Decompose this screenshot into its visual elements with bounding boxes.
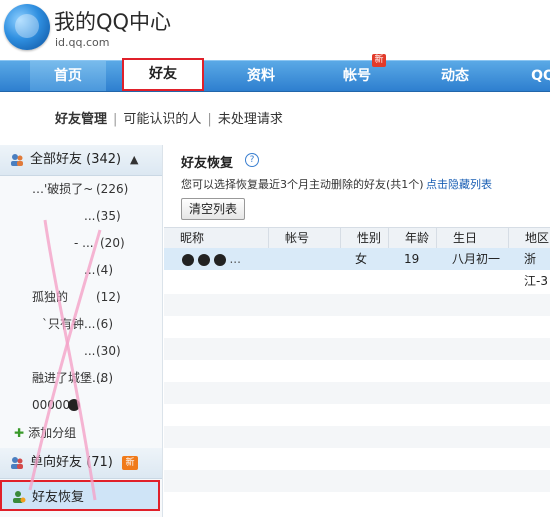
group-item[interactable]: 融进了城堡... (8)	[0, 365, 162, 391]
row-nick: ...	[182, 248, 241, 270]
redaction-mark	[182, 253, 194, 266]
group-count: (35)	[96, 209, 121, 223]
subnav: 好友管理 | 可能认识的人 | 未处理请求	[55, 112, 283, 127]
chevron-up-icon[interactable]: ▲	[130, 145, 138, 175]
subnav-pending[interactable]: 未处理请求	[218, 112, 283, 127]
page-title: 好友恢复	[181, 156, 234, 171]
nav-friends[interactable]: 好友	[122, 58, 204, 91]
subnav-maybe-known[interactable]: 可能认识的人	[123, 112, 201, 127]
group-item[interactable]: ... (4)	[0, 257, 162, 283]
nav-new-badge: 新	[372, 54, 386, 67]
group-name: 00000	[32, 398, 71, 412]
plus-icon: ✚	[14, 426, 25, 440]
group-name: 孤独的	[32, 290, 69, 304]
group-name: ...	[84, 263, 96, 277]
all-friends-header[interactable]: 全部好友 (342) ▲	[0, 145, 162, 176]
group-count: (226)	[96, 182, 129, 196]
friends-icon	[11, 154, 23, 166]
recover-label: 好友恢复	[32, 490, 85, 505]
all-friends-count: (342)	[86, 152, 122, 167]
redaction-mark	[68, 399, 80, 411]
group-count: (6)	[96, 317, 113, 331]
empty-row	[164, 470, 550, 492]
col-nick: 昵称	[180, 231, 205, 245]
nav-profile[interactable]: 资料	[226, 61, 296, 91]
subnav-friend-manage[interactable]: 好友管理	[55, 112, 107, 127]
empty-row	[164, 338, 550, 360]
single-friend-icon	[11, 457, 23, 469]
add-group-button[interactable]: ✚ 添加分组	[14, 424, 76, 441]
group-item[interactable]: ... (30)	[0, 338, 162, 364]
group-item[interactable]: 孤独的 (12)	[0, 284, 162, 310]
site-title: 我的QQ中心	[54, 10, 172, 34]
redaction-mark	[213, 253, 226, 266]
nav-qq[interactable]: QQ	[528, 61, 550, 91]
nav-feed[interactable]: 动态	[420, 61, 490, 91]
group-name: ...	[84, 344, 96, 358]
group-item[interactable]: `只有钟... (6)	[0, 311, 162, 337]
col-account: 帐号	[268, 228, 345, 248]
col-age: 年龄	[388, 228, 435, 248]
empty-row	[164, 426, 550, 448]
header: 我的QQ中心 id.qq.com	[0, 0, 550, 58]
single-friends-label: 单向好友	[30, 455, 83, 470]
site-domain: id.qq.com	[55, 36, 110, 49]
add-group-label: 添加分组	[28, 426, 77, 440]
group-name: - ...	[74, 236, 94, 250]
single-friends-count: (71)	[86, 455, 113, 470]
all-friends-label: 全部好友	[30, 152, 83, 167]
group-item[interactable]: …'破损了~ (226)	[0, 176, 162, 202]
recover-icon	[13, 491, 26, 503]
row-birthday: 八月初一	[452, 252, 501, 266]
col-birthday: 生日	[436, 228, 503, 248]
group-name: …'破损了~	[32, 182, 94, 196]
group-name: `只有钟...	[42, 317, 96, 331]
group-name: ...	[84, 209, 96, 223]
group-item[interactable]: ... (35)	[0, 203, 162, 229]
empty-row	[164, 382, 550, 404]
group-count: (20)	[100, 236, 125, 250]
main-nav: 首页 好友 资料 帐号 动态 QQ	[0, 58, 550, 92]
group-item[interactable]: 00000	[0, 392, 162, 418]
row-age: 19	[404, 252, 420, 266]
empty-row	[164, 294, 550, 316]
qq-logo	[4, 4, 50, 50]
group-count: (8)	[96, 371, 113, 385]
table-header: 昵称 帐号 性别 年龄 生日 地区	[164, 227, 550, 249]
group-count: (30)	[96, 344, 121, 358]
row-region: 浙江-3	[524, 252, 548, 288]
help-icon[interactable]: ?	[245, 153, 259, 167]
group-count: (4)	[96, 263, 113, 277]
clear-list-button[interactable]: 清空列表	[181, 198, 245, 220]
hide-list-link[interactable]: 点击隐藏列表	[426, 176, 492, 192]
nav-home[interactable]: 首页	[30, 61, 106, 91]
col-region: 地区	[508, 228, 550, 248]
row-gender: 女	[355, 252, 368, 266]
redaction-mark	[197, 253, 210, 266]
page-description: 您可以选择恢复最近3个月主动删除的好友(共1个)	[181, 178, 424, 191]
single-friends-new-badge: 新	[122, 456, 138, 470]
group-item[interactable]: - ... (20)	[0, 230, 162, 256]
single-friends-header[interactable]: 单向好友 (71) 新	[0, 448, 162, 479]
group-count: (12)	[96, 290, 121, 304]
group-name: 融进了城堡...	[32, 371, 104, 385]
table-row[interactable]: ... 女 19 八月初一 浙江-3	[164, 248, 550, 288]
friend-recover-nav[interactable]: 好友恢复	[0, 480, 160, 511]
